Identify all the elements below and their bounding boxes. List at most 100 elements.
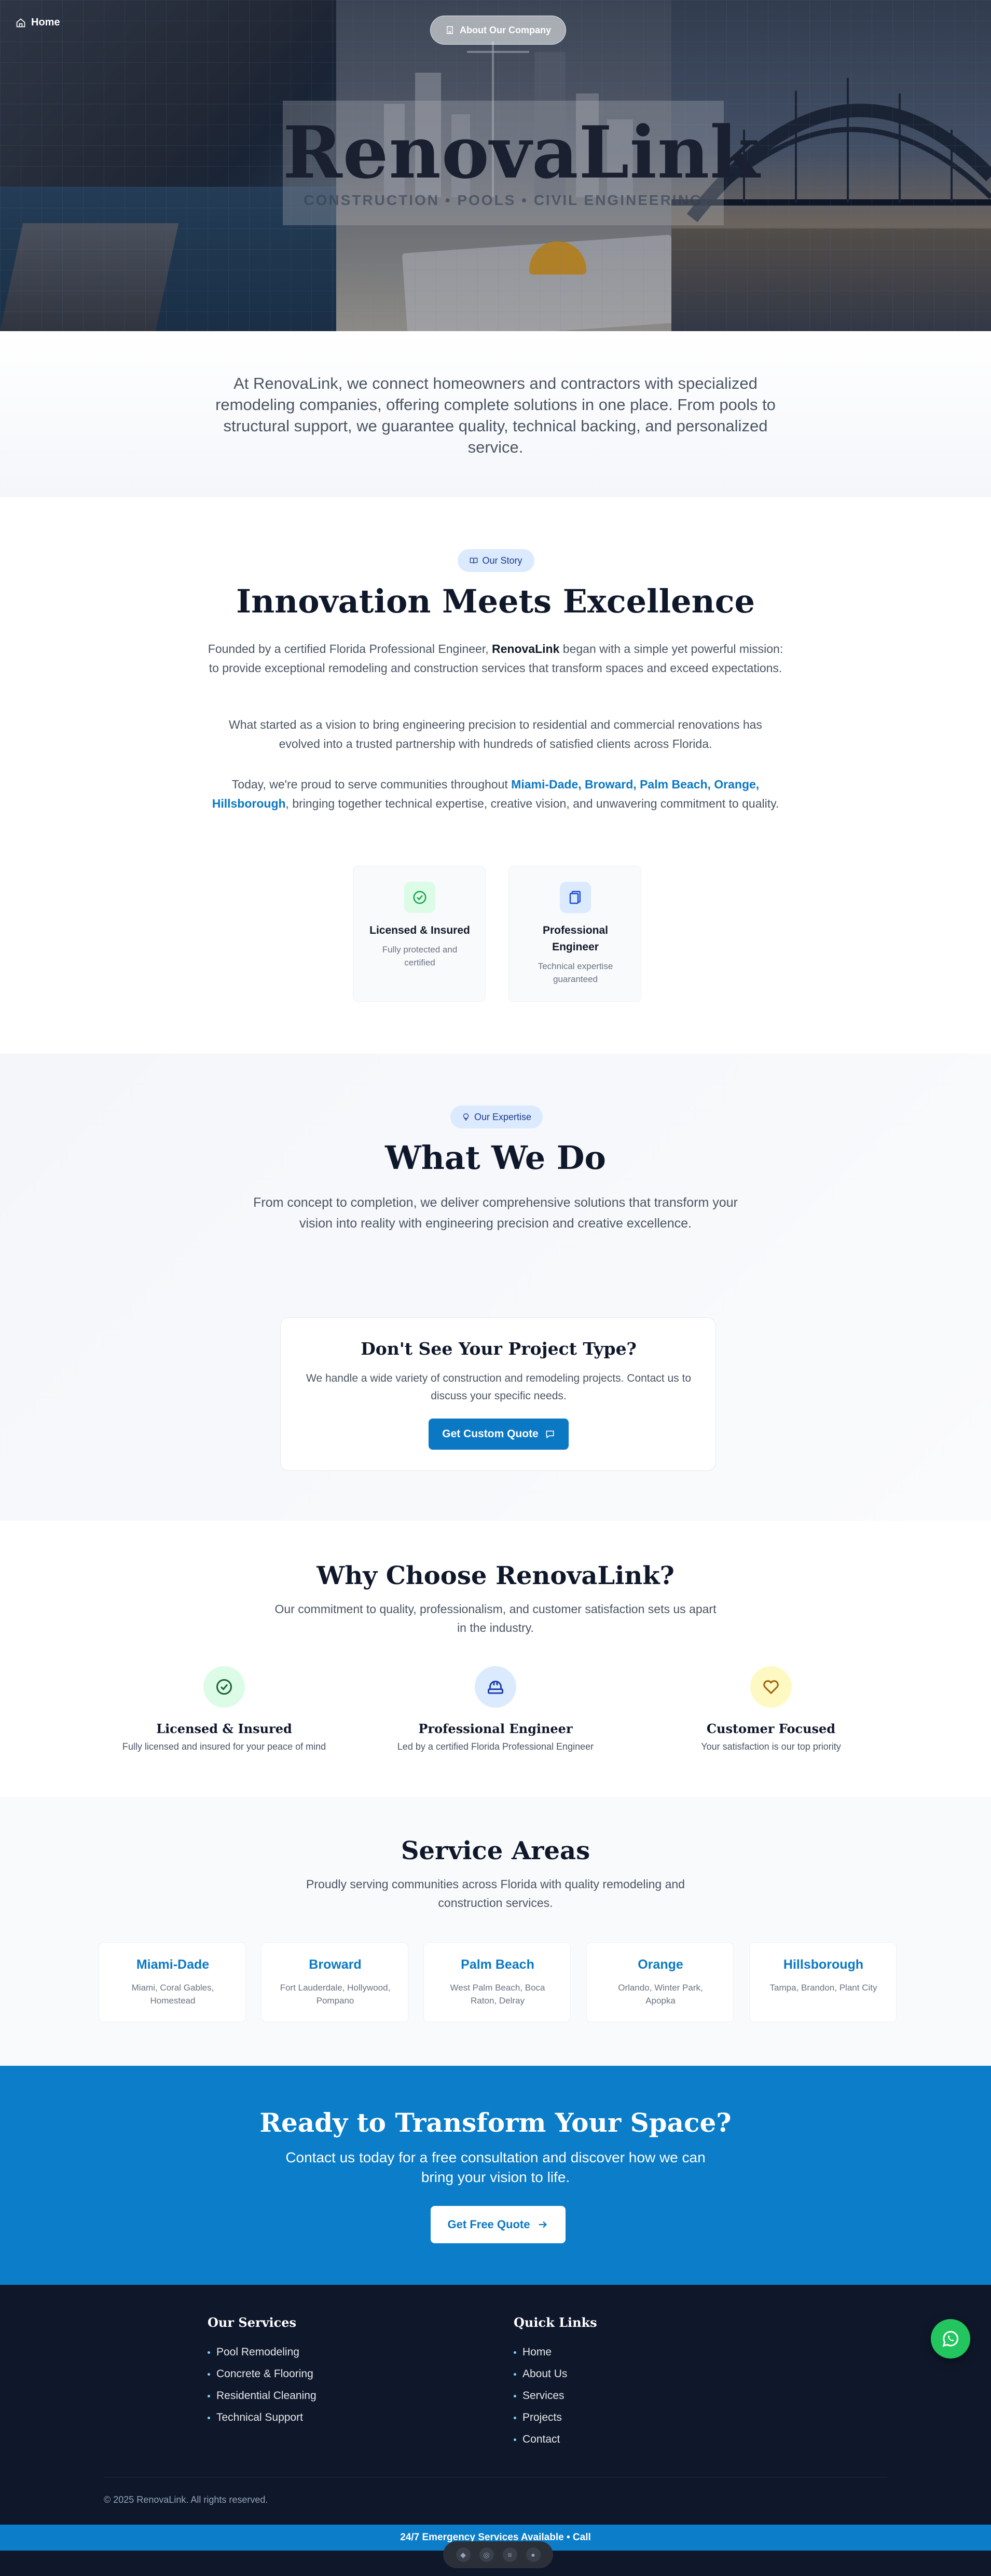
footer-services-column: Our Services Pool Remodeling Concrete & … (208, 2315, 316, 2429)
footer-quick-link[interactable]: Contact (514, 2429, 597, 2450)
bullet-icon (208, 2373, 210, 2376)
areas-desc: Proudly serving communities across Flori… (306, 1877, 685, 1910)
get-custom-quote-label: Get Custom Quote (442, 1428, 539, 1440)
story-paragraph-2: What started as a vision to bring engine… (229, 718, 762, 751)
home-icon (16, 18, 25, 27)
cta-title: Ready to Transform Your Space? (259, 2107, 732, 2138)
toolbar-search-icon[interactable]: ◎ (479, 2547, 494, 2562)
footer-quick-link[interactable]: Projects (514, 2407, 597, 2429)
story-paragraph-1: Founded by a certified Florida Professio… (208, 639, 783, 678)
bullet-icon (208, 2394, 210, 2397)
feature-card-desc: Fully protected and certified (382, 945, 458, 967)
why-item-title: Professional Engineer (418, 1721, 573, 1736)
document-icon (560, 882, 591, 913)
footer-service-label: Residential Cleaning (216, 2390, 316, 2402)
area-card-hillsborough[interactable]: Hillsborough Tampa, Brandon, Plant City (749, 1942, 897, 2022)
story-p3-start: Today, we're proud to serve communities … (231, 778, 512, 791)
footer-links-heading: Quick Links (514, 2315, 597, 2330)
shield-check-icon (404, 882, 435, 913)
footer-service-link[interactable]: Concrete & Flooring (208, 2363, 316, 2385)
footer-copyright: © 2025 RenovaLink. All rights reserved. (104, 2495, 268, 2505)
cta-section: Ready to Transform Your Space? Contact u… (0, 2066, 991, 2285)
area-cities: Orlando, Winter Park, Apopka (618, 1983, 703, 2006)
feature-card-engineer: Professional Engineer Technical expertis… (508, 866, 641, 1002)
check-circle-icon (203, 1666, 245, 1708)
footer-link-label: Contact (522, 2433, 560, 2445)
get-free-quote-label: Get Free Quote (447, 2218, 530, 2231)
area-cities: Fort Lauderdale, Hollywood, Pompano (280, 1983, 391, 2006)
area-card-palm-beach[interactable]: Palm Beach West Palm Beach, Boca Raton, … (423, 1942, 571, 2022)
story-p3-end: , bringing together technical expertise,… (285, 797, 779, 810)
area-name: Hillsborough (783, 1957, 864, 1972)
about-company-button[interactable]: About Our Company (430, 16, 566, 45)
custom-quote-desc: We handle a wide variety of construction… (306, 1372, 691, 1402)
get-free-quote-button[interactable]: Get Free Quote (431, 2206, 566, 2243)
footer-service-link[interactable]: Residential Cleaning (208, 2385, 316, 2407)
arrow-right-icon (539, 2221, 547, 2228)
story-paragraph-3: Today, we're proud to serve communities … (208, 775, 783, 813)
custom-quote-card: Don't See Your Project Type? We handle a… (280, 1317, 716, 1471)
our-expertise-badge-label: Our Expertise (474, 1111, 532, 1122)
heart-icon (750, 1666, 792, 1708)
bullet-icon (514, 2416, 516, 2419)
hero-section: Home About Our Company RenovaLink CONSTR… (0, 0, 991, 331)
footer-service-label: Pool Remodeling (216, 2346, 299, 2358)
hardhat-icon (475, 1666, 516, 1708)
our-story-badge: Our Story (458, 549, 534, 572)
bullet-icon (208, 2416, 210, 2419)
get-custom-quote-button[interactable]: Get Custom Quote (429, 1419, 569, 1450)
custom-quote-title: Don't See Your Project Type? (361, 1339, 637, 1359)
area-card-orange[interactable]: Orange Orlando, Winter Park, Apopka (586, 1942, 734, 2022)
why-title: Why Choose RenovaLink? (316, 1561, 675, 1590)
story-p1-start: Founded by a certified Florida Professio… (208, 642, 492, 656)
bullet-icon (514, 2438, 516, 2441)
areas-title: Service Areas (401, 1836, 590, 1865)
footer-service-link[interactable]: Technical Support (208, 2407, 316, 2429)
footer-quick-link[interactable]: Home (514, 2341, 597, 2363)
toolbar-pointer-icon[interactable]: ◆ (456, 2547, 471, 2562)
intro-text: At RenovaLink, we connect homeowners and… (215, 374, 776, 456)
bullet-icon (514, 2394, 516, 2397)
why-item-desc: Fully licensed and insured for your peac… (122, 1741, 326, 1752)
home-link[interactable]: Home (16, 17, 60, 29)
footer-links-column: Quick Links Home About Us Services Proje… (514, 2315, 597, 2450)
footer-service-link[interactable]: Pool Remodeling (208, 2341, 316, 2363)
lightbulb-icon (463, 1113, 469, 1121)
story-title: Innovation Meets Excellence (236, 582, 755, 620)
area-cities: West Palm Beach, Boca Raton, Delray (450, 1983, 545, 2006)
cta-desc: Contact us today for a free consultation… (285, 2149, 706, 2185)
why-item-engineer: Professional Engineer Led by a certified… (381, 1666, 610, 1752)
whatsapp-button[interactable] (931, 2319, 970, 2359)
expertise-title: What We Do (385, 1139, 606, 1177)
footer-services-heading: Our Services (208, 2315, 297, 2330)
why-item-customer: Customer Focused Your satisfaction is ou… (657, 1666, 885, 1752)
area-cities: Miami, Coral Gables, Homestead (131, 1983, 214, 2006)
expertise-desc: From concept to completion, we deliver c… (253, 1195, 738, 1231)
footer-link-label: Projects (522, 2411, 562, 2423)
area-card-miami-dade[interactable]: Miami-Dade Miami, Coral Gables, Homestea… (99, 1942, 246, 2022)
footer-quick-link[interactable]: About Us (514, 2363, 597, 2385)
why-item-desc: Your satisfaction is our top priority (701, 1741, 841, 1752)
area-name: Broward (309, 1957, 362, 1972)
bullet-icon (514, 2373, 516, 2376)
intro-section: At RenovaLink, we connect homeowners and… (0, 331, 991, 497)
area-name: Miami-Dade (136, 1957, 210, 1972)
area-card-broward[interactable]: Broward Fort Lauderdale, Hollywood, Pomp… (261, 1942, 408, 2022)
whatsapp-icon (942, 2330, 958, 2347)
toolbar-settings-icon[interactable]: ● (526, 2547, 541, 2562)
story-p1-brand: RenovaLink (492, 642, 560, 656)
footer-service-label: Concrete & Flooring (216, 2368, 313, 2380)
footer-quick-link[interactable]: Services (514, 2385, 597, 2407)
about-company-label: About Our Company (460, 24, 551, 35)
feature-card-desc: Technical expertise guaranteed (538, 961, 613, 984)
why-desc: Our commitment to quality, professionali… (274, 1602, 717, 1634)
footer-link-label: Services (522, 2390, 565, 2402)
hero-logo-subtitle: CONSTRUCTION • POOLS • CIVIL ENGINEERING (304, 192, 703, 208)
feature-card-title: Professional Engineer (542, 924, 609, 953)
area-name: Palm Beach (461, 1957, 534, 1972)
area-name: Orange (638, 1957, 683, 1972)
our-expertise-badge: Our Expertise (450, 1106, 543, 1128)
book-icon (470, 557, 478, 564)
footer-service-label: Technical Support (216, 2411, 303, 2423)
toolbar-code-icon[interactable]: ≡ (502, 2547, 517, 2562)
